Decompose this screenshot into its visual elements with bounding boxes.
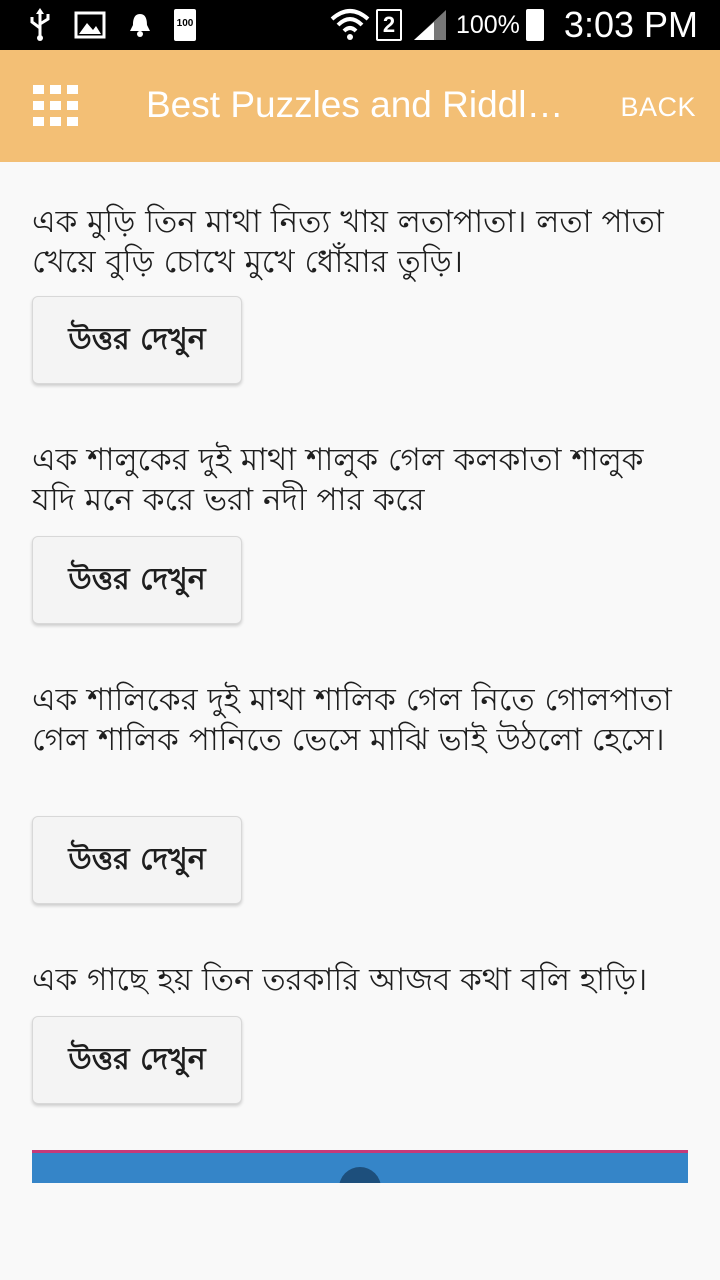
- app-title: Best Puzzles and Riddl…: [146, 84, 564, 125]
- status-right-icons: 2 100% 3:03 PM: [330, 4, 698, 46]
- battery-percent: 100%: [455, 10, 520, 39]
- show-answer-button[interactable]: উত্তর দেখুন: [32, 536, 242, 624]
- battery-icon: [525, 9, 544, 41]
- riddle-item: এক শালুকের দুই মাথা শালুক গেল কলকাতা শাল…: [32, 440, 682, 624]
- battery-full-icon: 100: [174, 9, 196, 41]
- show-answer-button[interactable]: উত্তর দেখুন: [32, 1016, 242, 1104]
- riddle-item: এক শালিকের দুই মাথা শালিক গেল নিতে গোলপা…: [32, 680, 682, 904]
- riddle-text: এক মুড়ি তিন মাথা নিত্য খায় লতাপাতা। লত…: [32, 204, 664, 280]
- image-icon: [74, 11, 106, 39]
- usb-icon: [30, 8, 50, 41]
- status-left-icons: 100: [28, 8, 196, 42]
- show-answer-button[interactable]: উত্তর দেখুন: [32, 296, 242, 384]
- riddle-text: এক গাছে হয় তিন তরকারি আজব কথা বলি হাড়ি…: [32, 962, 648, 998]
- riddle-item: এক মুড়ি তিন মাথা নিত্য খায় লতাপাতা। লত…: [32, 202, 682, 384]
- riddle-item: এক গাছে হয় তিন তরকারি আজব কথা বলি হাড়ি…: [32, 960, 682, 1104]
- back-button[interactable]: BACK: [620, 92, 696, 123]
- chevron-up-icon[interactable]: [339, 1167, 381, 1183]
- grid-menu-icon[interactable]: [33, 85, 79, 127]
- wifi-icon: [330, 9, 370, 40]
- battery-small-label: 100: [176, 18, 194, 29]
- sim2-icon: 2: [375, 9, 402, 41]
- notification-bell-icon: [130, 14, 150, 37]
- status-bar: 100 2 100% 3:03 PM: [0, 0, 720, 50]
- riddle-text: এক শালিকের দুই মাথা শালিক গেল নিতে গোলপা…: [32, 682, 672, 758]
- app-bar: Best Puzzles and Riddl… BACK: [0, 50, 720, 162]
- riddle-text: এক শালুকের দুই মাথা শালুক গেল কলকাতা শাল…: [32, 442, 644, 518]
- clock: 3:03 PM: [563, 4, 698, 45]
- signal-icon: [413, 10, 446, 40]
- ad-banner[interactable]: [32, 1150, 688, 1183]
- show-answer-button[interactable]: উত্তর দেখুন: [32, 816, 242, 904]
